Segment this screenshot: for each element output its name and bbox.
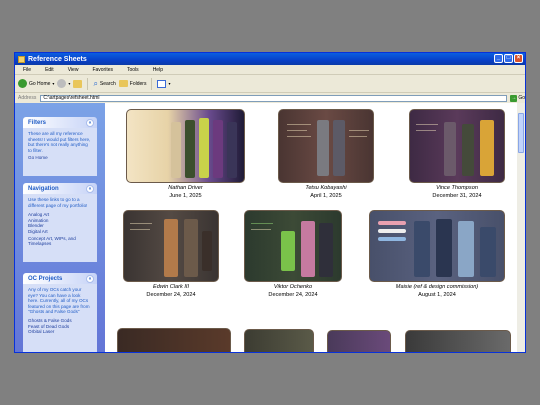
thumbnail-edwin-clark[interactable] — [123, 210, 219, 282]
menu-tools[interactable]: Tools — [121, 67, 147, 73]
filters-text: These are all my reference sheets! I wou… — [28, 131, 91, 153]
card-name: Tetsu Kobayashi — [305, 185, 347, 191]
go-home-link[interactable]: Go Home — [28, 155, 92, 161]
card-date: December 24, 2024 — [146, 292, 196, 298]
card-date: April 1, 2025 — [310, 193, 342, 199]
folder-icon — [18, 55, 25, 63]
filters-header[interactable]: Filters « — [23, 117, 97, 128]
address-input[interactable]: C:\artpages\refsheet.html — [40, 94, 508, 102]
content-area: Filters « These are all my reference she… — [15, 103, 525, 352]
card-date: August 1, 2024 — [418, 292, 456, 298]
menu-favorites[interactable]: Favorites — [86, 67, 121, 73]
views-icon — [157, 79, 167, 88]
thumbnail-partial[interactable] — [405, 330, 511, 352]
menu-help[interactable]: Help — [147, 67, 171, 73]
thumbnail-nathan-driver[interactable] — [126, 109, 245, 183]
thumbnail-maisie[interactable] — [369, 210, 505, 282]
collapse-icon[interactable]: « — [86, 184, 94, 193]
minimize-button[interactable]: _ — [494, 54, 503, 63]
back-button[interactable]: Go Home ▾ — [18, 79, 54, 88]
search-icon: ⌕ — [93, 78, 98, 88]
menu-view[interactable]: View — [62, 67, 87, 73]
oc-projects-text: Any of my OCs catch your eye? You can ha… — [28, 287, 90, 315]
vertical-scrollbar[interactable] — [517, 103, 525, 352]
thumbnail-partial[interactable] — [244, 329, 314, 352]
nav-link-digital-art[interactable]: Digital Art — [28, 229, 92, 235]
address-label: Address — [18, 95, 37, 101]
thumbnail-tetsu-kobayashi[interactable] — [278, 109, 374, 183]
card-date: December 24, 2024 — [268, 292, 318, 298]
card-name: Edwin Clark III — [152, 284, 190, 290]
thumbnail-partial[interactable] — [327, 330, 391, 352]
forward-arrow-icon — [57, 79, 67, 88]
chevron-down-icon: ▾ — [168, 81, 171, 86]
menu-edit[interactable]: Edit — [39, 67, 62, 73]
oc-projects-panel: OC Projects « Any of my OCs catch your e… — [23, 273, 97, 352]
thumbnail-vince-thompson[interactable] — [409, 109, 505, 183]
navigation-panel: Navigation « Use these links to go to a … — [23, 183, 97, 262]
scrollbar-thumb[interactable] — [518, 113, 524, 153]
task-sidebar: Filters « These are all my reference she… — [15, 103, 105, 352]
toolbar-separator — [151, 77, 153, 90]
thumbnail-partial[interactable] — [117, 328, 231, 352]
card-name: Maisie (ref & design commission) — [395, 284, 479, 290]
up-folder-icon — [73, 79, 83, 88]
card-date: June 1, 2025 — [169, 193, 202, 199]
go-arrow-icon: → — [510, 94, 518, 102]
oc-projects-header[interactable]: OC Projects « — [23, 273, 97, 284]
folders-button[interactable]: Folders — [118, 80, 146, 87]
up-folder-button[interactable] — [73, 79, 83, 88]
toolbar: Go Home ▾ ▾ ⌕ Search Folders ▾ — [15, 75, 525, 93]
card-name: Vince Thompson — [436, 185, 478, 191]
oc-projects-body: Any of my OCs catch your eye? You can ha… — [23, 284, 97, 352]
nav-link-concept-art[interactable]: Concept Art, WIPs, and Timelapses — [28, 236, 92, 247]
navigation-header[interactable]: Navigation « — [23, 183, 97, 194]
forward-button[interactable]: ▾ — [57, 79, 70, 88]
chevron-down-icon: ▾ — [68, 81, 71, 86]
views-button[interactable]: ▾ — [157, 79, 171, 88]
explorer-window: Reference Sheets _ □ × File Edit View Fa… — [14, 52, 526, 353]
navigation-body: Use these links to go to a different pag… — [23, 194, 97, 262]
collapse-icon[interactable]: « — [86, 274, 94, 283]
chevron-down-icon: ▾ — [52, 81, 55, 86]
card-date: December 31, 2024 — [432, 193, 482, 199]
card-name: Nathan Driver — [168, 185, 203, 191]
thumbnail-grid: Nathan Driver June 1, 2025 Tetsu Kobayas… — [105, 103, 525, 352]
back-arrow-icon — [18, 79, 27, 88]
window-title: Reference Sheets — [28, 55, 87, 63]
thumbnail-viktor-ochenko[interactable] — [244, 210, 342, 282]
navigation-text: Use these links to go to a different pag… — [28, 197, 88, 208]
collapse-icon[interactable]: « — [86, 118, 94, 127]
card-name: Viktor Ochenko — [273, 284, 313, 290]
menu-bar: File Edit View Favorites Tools Help — [15, 65, 525, 75]
maximize-button[interactable]: □ — [504, 54, 513, 63]
menu-file[interactable]: File — [17, 67, 39, 73]
go-button[interactable]: → Go — [510, 94, 525, 102]
filters-panel: Filters « These are all my reference she… — [23, 117, 97, 176]
title-bar: Reference Sheets _ □ × — [15, 53, 525, 65]
close-button[interactable]: × — [514, 54, 523, 63]
folders-icon — [118, 80, 128, 87]
toolbar-separator — [87, 77, 89, 90]
search-button[interactable]: ⌕ Search — [93, 79, 115, 89]
filters-body: These are all my reference sheets! I wou… — [23, 128, 97, 176]
oc-link-orbital[interactable]: Orbital Laser — [28, 329, 92, 335]
